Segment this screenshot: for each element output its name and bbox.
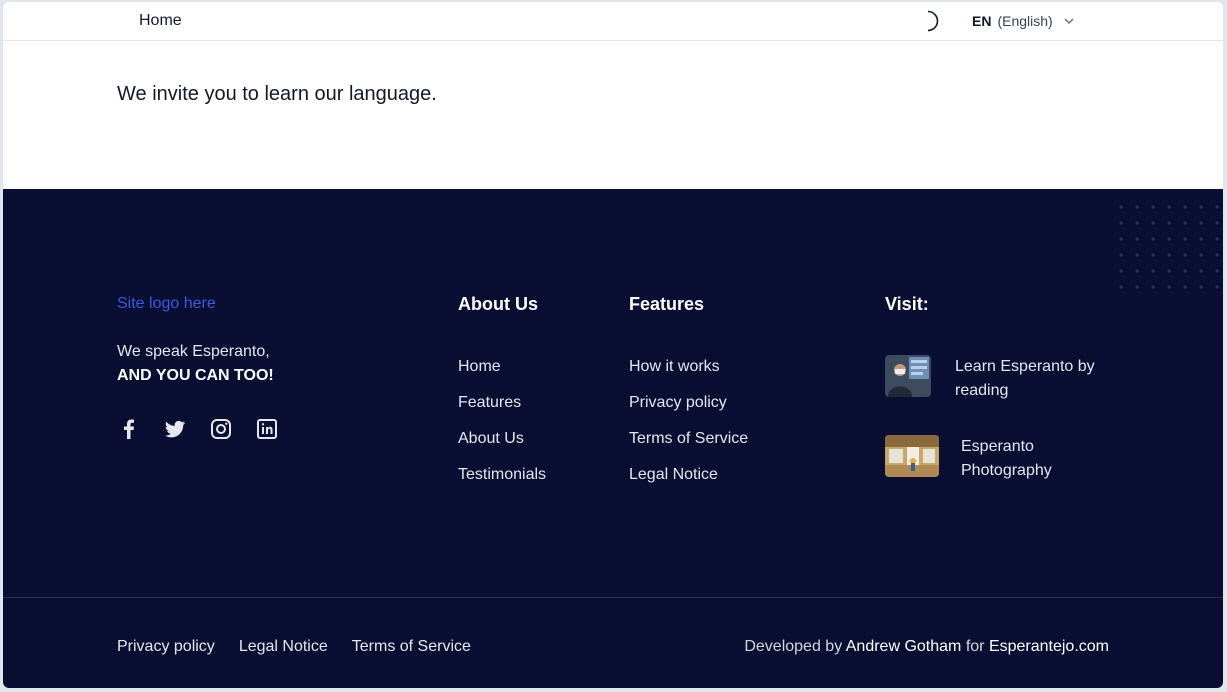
footer-link-legal-notice[interactable]: Legal Notice (629, 463, 748, 499)
moon-icon[interactable] (919, 9, 943, 33)
dot-pattern-decoration (1119, 205, 1219, 289)
top-navbar: Home EN (English) (3, 2, 1223, 41)
visit-reading-line1: Learn Esperanto by (955, 358, 1095, 375)
visit-item-reading[interactable]: Learn Esperanto by reading (885, 355, 1115, 403)
credit-site-link[interactable]: Esperantejo.com (989, 638, 1109, 655)
linkedin-icon[interactable] (255, 417, 279, 441)
tagline-line2: AND YOU CAN TOO! (117, 367, 274, 384)
credit-prefix: Developed by (744, 638, 843, 655)
instagram-icon[interactable] (209, 417, 233, 441)
features-links: How it works Privacy policy Terms of Ser… (629, 355, 748, 499)
facebook-icon[interactable] (117, 417, 141, 441)
photography-thumbnail-image (885, 435, 939, 477)
footer-link-terms-of-service[interactable]: Terms of Service (629, 427, 748, 463)
bottom-legal-links: Privacy policy Legal Notice Terms of Ser… (117, 638, 471, 656)
visit-reading-line2: reading (955, 382, 1009, 399)
chevron-down-icon (1064, 18, 1074, 25)
footer-link-about-us[interactable]: About Us (458, 427, 546, 463)
language-code: EN (972, 13, 992, 29)
intro-text: We invite you to learn our language. (117, 83, 437, 105)
social-links (117, 417, 279, 441)
footer-link-privacy-policy[interactable]: Privacy policy (629, 391, 748, 427)
footer-link-features[interactable]: Features (458, 391, 546, 427)
twitter-icon[interactable] (163, 417, 187, 441)
bottom-link-privacy-policy[interactable]: Privacy policy (117, 638, 215, 656)
language-name: (English) (997, 13, 1053, 29)
visit-photography-line2: Photography (961, 462, 1052, 479)
footer-divider (3, 597, 1223, 598)
visit-photography-text: Esperanto Photography (961, 435, 1121, 483)
visit-item-photography[interactable]: Esperanto Photography (885, 435, 1121, 483)
page: Home EN (English) We invite you to learn… (3, 2, 1223, 688)
bottom-link-legal-notice[interactable]: Legal Notice (239, 638, 328, 656)
footer-link-how-it-works[interactable]: How it works (629, 355, 748, 391)
bottom-link-terms-of-service[interactable]: Terms of Service (352, 638, 471, 656)
about-us-links: Home Features About Us Testimonials (458, 355, 546, 499)
tagline: We speak Esperanto, AND YOU CAN TOO! (117, 340, 274, 388)
footer-link-home[interactable]: Home (458, 355, 546, 391)
footer: Site logo here We speak Esperanto, AND Y… (3, 189, 1223, 688)
visit-heading: Visit: (885, 294, 929, 314)
reading-thumbnail-image (885, 355, 931, 397)
credit-middle: for (965, 638, 985, 655)
nav-home-link[interactable]: Home (139, 12, 182, 30)
footer-link-testimonials[interactable]: Testimonials (458, 463, 546, 499)
tagline-line1: We speak Esperanto, (117, 343, 270, 360)
features-heading: Features (629, 294, 705, 314)
about-us-heading: About Us (458, 294, 538, 314)
language-selector[interactable]: EN (English) (960, 6, 1090, 36)
visit-reading-text: Learn Esperanto by reading (955, 355, 1115, 403)
visit-photography-line1: Esperanto (961, 438, 1034, 455)
credit-author-link[interactable]: Andrew Gotham (846, 638, 962, 655)
developer-credit: Developed by Andrew Gotham for Esperante… (744, 638, 1109, 656)
site-logo-link[interactable]: Site logo here (117, 295, 216, 313)
